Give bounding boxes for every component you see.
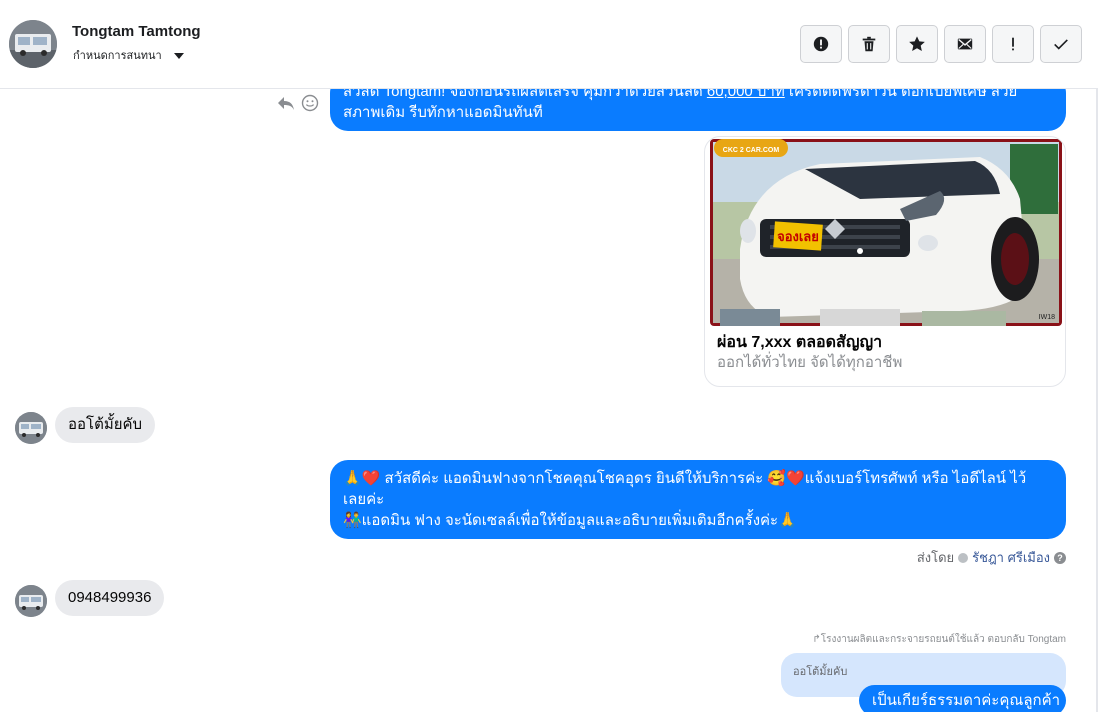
assign-label: กำหนดการสนทนา xyxy=(73,50,162,62)
customer-message-text: ออโต้มั้ยคับ xyxy=(68,416,143,433)
admin-reply-line-1: 🙏❤️ สวัสดีค่ะ แอดมินฟางจากโชคคุณโชคอุดร … xyxy=(343,470,1027,487)
important-button[interactable] xyxy=(992,25,1034,63)
report-spam-button[interactable] xyxy=(800,25,842,63)
customer-avatar[interactable] xyxy=(15,585,47,617)
image-corner-text: IW18 xyxy=(1039,314,1055,321)
promo-message-bubble[interactable]: สวัสดี Tongtam! จองก่อนรถผลิตเสร็จ คุ้มก… xyxy=(330,89,1066,131)
last-reply-bubble[interactable]: เป็นเกียร์ธรรมดาค่ะคุณลูกค้า xyxy=(859,685,1066,712)
sent-by-info: ส่งโดย รัชฎา ศรีเมือง ? xyxy=(917,547,1066,568)
image-logo-text: CKC 2 CAR.COM xyxy=(723,147,780,154)
customer-phone-bubble[interactable]: 0948499936 xyxy=(55,580,165,616)
reply-note-text: โรงงานผลิตและกระจายรถยนต์ใช้แล้ว ตอบกลับ… xyxy=(820,634,1066,645)
reply-icon[interactable] xyxy=(277,94,295,117)
reply-note: ↱โรงงานผลิตและกระจายรถยนต์ใช้แล้ว ตอบกลั… xyxy=(812,632,1066,647)
discount-link[interactable]: 60,000 บาท xyxy=(707,89,785,100)
promo-line-1: สวัสดี Tongtam! จองก่อนรถผลิตเสร็จ คุ้มก… xyxy=(343,89,1053,102)
promo-text: สวัสดี Tongtam! จองก่อนรถผลิตเสร็จ คุ้มก… xyxy=(343,89,707,100)
admin-reply-bubble[interactable]: 🙏❤️ สวัสดีค่ะ แอดมินฟางจากโชคคุณโชคอุดร … xyxy=(330,460,1066,539)
customer-avatar[interactable] xyxy=(15,412,47,444)
customer-message-bubble[interactable]: ออโต้มั้ยคับ xyxy=(55,407,156,443)
chevron-down-icon xyxy=(173,52,184,59)
star-icon xyxy=(909,36,925,52)
exclamation-icon xyxy=(1012,37,1014,51)
trash-icon xyxy=(862,36,876,52)
quoted-text: ออโต้มั้ยคับ xyxy=(793,666,848,678)
star-button[interactable] xyxy=(896,25,938,63)
promo-text-end: เครดิตดีฟรีดาวน์ ดอกเบี้ยพิเศษ สวย xyxy=(784,89,1018,100)
contact-avatar[interactable] xyxy=(9,20,57,68)
message-thread[interactable]: สวัสดี Tongtam! จองก่อนรถผลิตเสร็จ คุ้มก… xyxy=(0,89,1098,712)
sent-by-name[interactable]: รัชฎา ศรีเมือง xyxy=(972,547,1050,568)
mark-done-button[interactable] xyxy=(1040,25,1082,63)
sent-by-label: ส่งโดย xyxy=(916,550,955,565)
admin-reply-line-2: เลยค่ะ xyxy=(343,491,385,508)
mark-unread-button[interactable] xyxy=(944,25,986,63)
ad-card[interactable]: จองเลย CKC 2 CAR.COM IW18 ผ่อน 7,xxx ตลอ… xyxy=(704,136,1066,387)
envelope-icon xyxy=(957,38,973,50)
last-reply-text: เป็นเกียร์ธรรมดาค่ะคุณลูกค้า xyxy=(872,692,1061,709)
promo-line-2: สภาพเดิม รีบทักหาแอดมินทันที xyxy=(343,104,543,121)
contact-name: Tongtam Tamtong xyxy=(72,23,201,40)
car-photo[interactable]: จองเลย CKC 2 CAR.COM IW18 xyxy=(710,139,1062,326)
verified-icon xyxy=(958,552,969,563)
admin-reply-line-3: 👫แอดมิน ฟาง จะนัดเซลล์เพื่อให้ข้อมูลและอ… xyxy=(343,512,797,529)
help-icon[interactable]: ? xyxy=(1054,551,1066,564)
emoji-reaction-icon[interactable] xyxy=(301,94,319,117)
card-subtitle: ออกได้ทั่วไทย จัดได้ทุกอาชีพ xyxy=(717,354,903,371)
check-icon xyxy=(1054,39,1068,50)
conversation-header: Tongtam Tamtong กำหนดการสนทนา xyxy=(0,0,1098,89)
assign-conversation-dropdown[interactable]: กำหนดการสนทนา xyxy=(73,46,184,64)
alert-circle-icon xyxy=(813,36,829,52)
toolbar xyxy=(800,25,1082,63)
customer-phone-text: 0948499936 xyxy=(68,589,152,606)
delete-button[interactable] xyxy=(848,25,890,63)
reply-arrow-icon: ↱ xyxy=(812,634,821,645)
image-tag-text: จองเลย xyxy=(777,229,819,244)
